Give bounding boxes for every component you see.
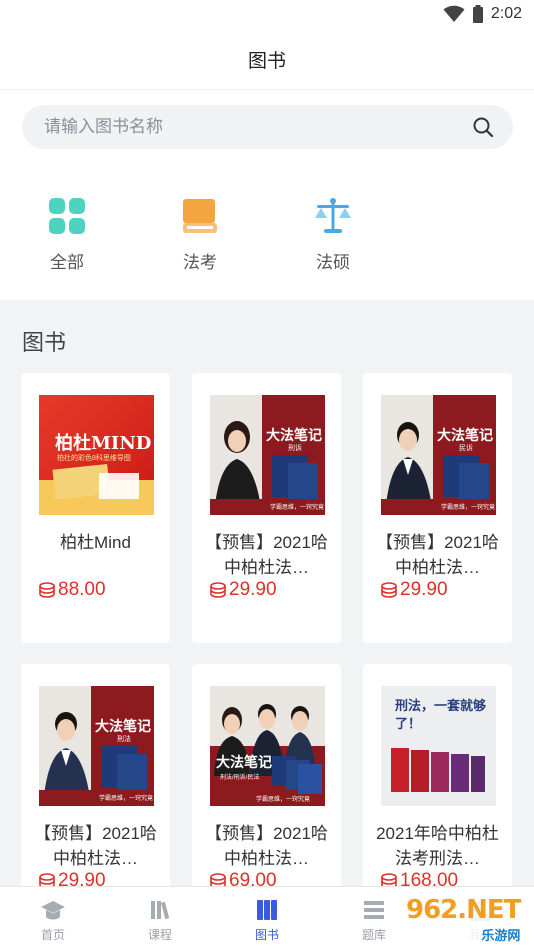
status-icons: 2:02	[443, 5, 522, 23]
cover-subtitle: 刑法	[117, 736, 131, 743]
book-card[interactable]: 柏杜MIND 柏杜的彩色8科思维导图 柏杜Mind 88.00	[21, 373, 170, 643]
graduation-cap-icon	[41, 901, 65, 920]
search-input[interactable]	[44, 117, 471, 137]
cover-subtitle: 刑诉	[288, 445, 302, 452]
book-cover: 大法笔记 刑法 学霸思维，一窍究竟	[39, 686, 154, 806]
price-value: 88.00	[58, 579, 106, 600]
cover-slogan: 学霸思维，一窍究竟	[270, 505, 325, 511]
cover-subtitle: 刑法/刑诉/民法	[220, 775, 260, 781]
cover-slogan: 学霸思维，一窍究竟	[441, 505, 496, 511]
book-price: 29.90	[210, 579, 277, 601]
cover-slogan: 学霸思维，一窍究竟	[256, 797, 311, 803]
price-value: 29.90	[400, 579, 448, 600]
tab-books[interactable]: 图书	[214, 887, 320, 949]
tab-label: 首页	[40, 928, 65, 942]
cover-art	[210, 704, 325, 806]
book-title: 柏杜Mind	[60, 533, 131, 552]
coin-icon	[39, 582, 55, 598]
cover-title: 大法笔记	[437, 428, 493, 444]
tab-label: 课程	[147, 928, 172, 942]
cover-title: 刑法，一套就够了！	[395, 699, 487, 732]
coin-icon	[381, 582, 397, 598]
books-icon	[151, 901, 170, 920]
top-panel: 全部 法考 法硕	[0, 90, 534, 300]
book-icon	[257, 900, 277, 920]
book-stack-icon	[183, 199, 217, 233]
cover-title: 柏杜MIND	[55, 433, 152, 454]
book-cover: 柏杜MIND 柏杜的彩色8科思维导图	[39, 395, 154, 515]
category-row: 全部 法考 法硕	[0, 196, 534, 276]
book-title: 【预售】2021哈中柏杜法…	[34, 824, 157, 868]
tab-label: 题库	[361, 928, 386, 942]
cover-title: 大法笔记	[216, 755, 272, 771]
nav-bar: 图书	[0, 30, 534, 90]
category-fakao[interactable]: 法考	[155, 196, 245, 273]
category-all[interactable]: 全部	[22, 196, 112, 273]
search-bar[interactable]	[22, 105, 513, 149]
book-title: 【预售】2021哈中柏杜法…	[205, 533, 328, 577]
book-title: 【预售】2021哈中柏杜法…	[205, 824, 328, 868]
battery-icon	[472, 5, 483, 23]
tab-home[interactable]: 首页	[0, 887, 106, 949]
book-card[interactable]: 大法笔记 民诉 学霸思维，一窍究竟 【预售】2021哈中柏杜法… 29.90	[363, 373, 512, 643]
price-value: 29.90	[229, 579, 277, 600]
cover-subtitle: 柏杜的彩色8科思维导图	[57, 455, 131, 462]
cover-title: 大法笔记	[95, 719, 151, 735]
list-icon	[364, 901, 384, 919]
status-time: 2:02	[490, 5, 522, 22]
book-cover: 大法笔记 刑诉 学霸思维，一窍究竟	[210, 395, 325, 515]
watermark-sub: 乐游网	[481, 928, 521, 944]
cover-art	[381, 395, 496, 515]
section-title: 图书	[22, 330, 67, 355]
cover-art	[210, 395, 325, 515]
book-price: 88.00	[39, 579, 106, 601]
watermark-brand: 962.NET	[406, 894, 521, 925]
book-cover: 刑法，一套就够了！	[381, 686, 496, 806]
grid-icon	[49, 198, 85, 234]
status-bar: 2:02	[0, 0, 534, 30]
category-label: 全部	[50, 253, 84, 272]
book-cover: 大法笔记 民诉 学霸思维，一窍究竟	[381, 395, 496, 515]
watermark-logo: 962.NET 乐游网	[400, 894, 528, 944]
category-label: 法考	[183, 253, 217, 272]
book-title: 【预售】2021哈中柏杜法…	[376, 533, 499, 577]
page-title: 图书	[247, 51, 286, 72]
category-fashuo[interactable]: 法硕	[288, 196, 378, 273]
cover-subtitle: 民诉	[459, 445, 473, 452]
tab-label: 图书	[254, 928, 279, 942]
cover-title: 大法笔记	[266, 428, 322, 444]
cover-slogan: 学霸思维，一窍究竟	[99, 796, 154, 802]
scales-icon	[315, 198, 351, 233]
book-cover: 大法笔记 刑法/刑诉/民法 学霸思维，一窍究竟	[210, 686, 325, 806]
coin-icon	[210, 582, 226, 598]
tab-courses[interactable]: 课程	[107, 887, 213, 949]
book-price: 29.90	[381, 579, 448, 601]
cover-art	[39, 686, 154, 806]
category-label: 法硕	[316, 253, 350, 272]
search-icon[interactable]	[471, 115, 495, 139]
book-title: 2021年哈中柏杜法考刑法…	[376, 824, 499, 868]
book-card[interactable]: 大法笔记 刑诉 学霸思维，一窍究竟 【预售】2021哈中柏杜法… 29.90	[192, 373, 341, 643]
wifi-icon	[443, 5, 465, 22]
